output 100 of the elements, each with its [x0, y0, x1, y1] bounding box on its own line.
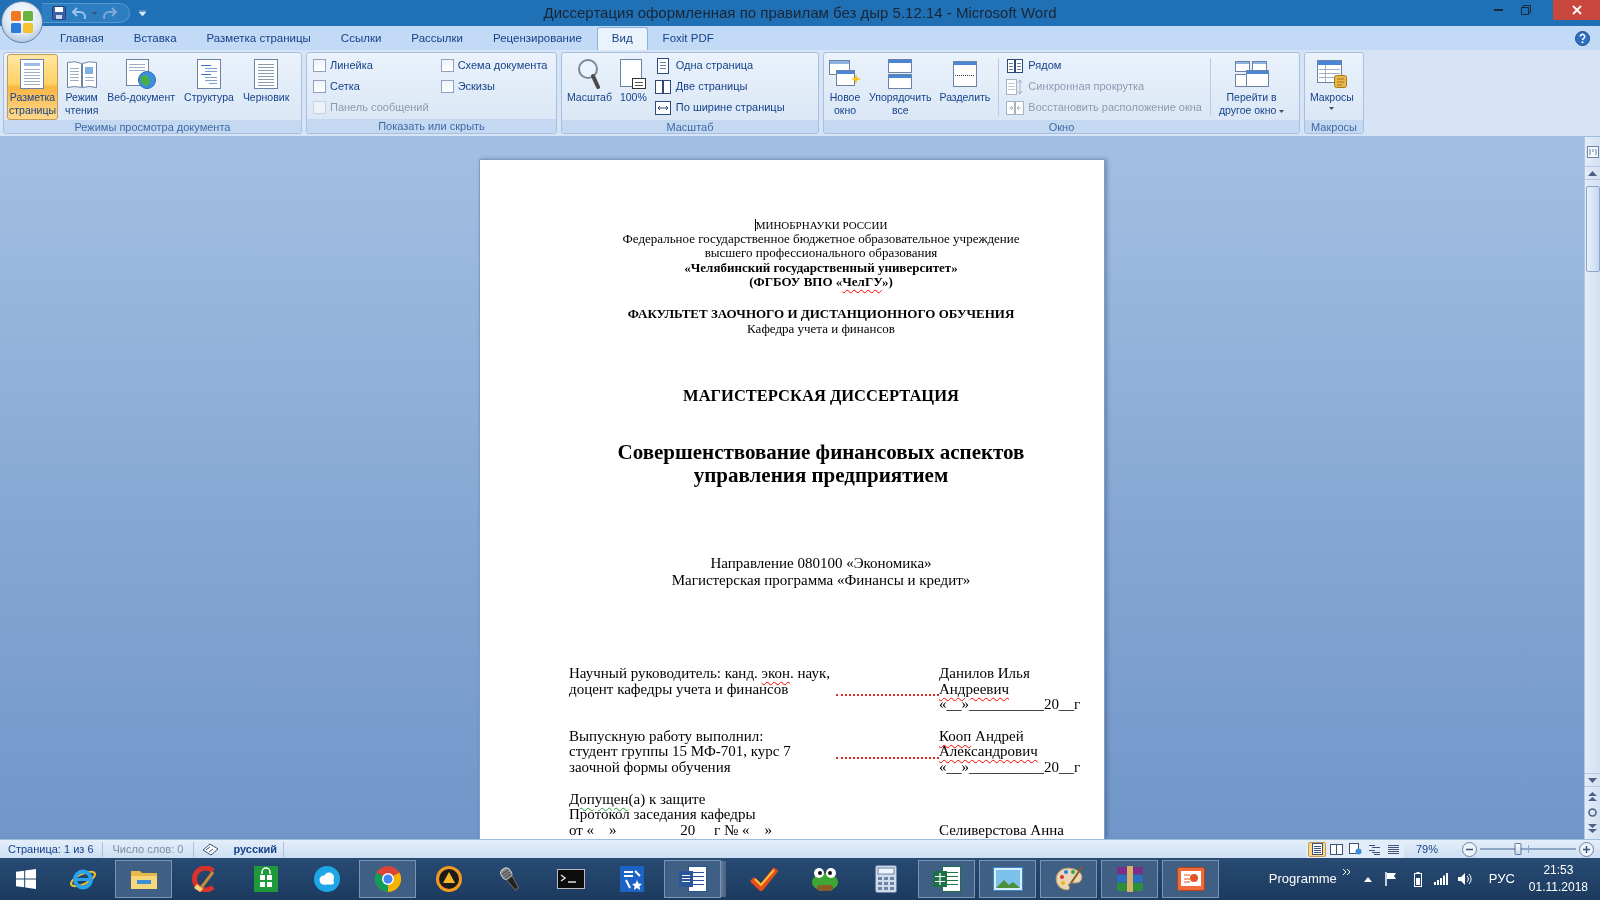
- checkbox-label[interactable]: Схема документа: [457, 57, 548, 74]
- ribbon-tab[interactable]: Вид: [596, 27, 648, 50]
- ribbon-button[interactable]: Макросы: [1308, 54, 1356, 120]
- flag-icon[interactable]: [1384, 872, 1397, 886]
- caret-down-icon: [1279, 109, 1285, 113]
- zoom-in-icon[interactable]: [1579, 841, 1594, 857]
- taskbar-button[interactable]: [918, 860, 975, 898]
- proofing-book-icon[interactable]: [202, 842, 220, 856]
- save-icon[interactable]: [52, 6, 66, 20]
- close-button[interactable]: [1553, 0, 1600, 20]
- windows-sparkle-icon: [829, 60, 861, 88]
- four-panes-logo-icon: [16, 869, 36, 889]
- checkbox-label[interactable]: Эскизы: [457, 78, 495, 95]
- ribbon-button[interactable]: Новое окно: [827, 54, 863, 120]
- ribbon-small-button[interactable]: Одна страница: [652, 55, 787, 76]
- caret-down-icon: [92, 11, 97, 15]
- terminal-icon: [556, 869, 585, 889]
- checkbox[interactable]: [313, 59, 326, 72]
- ribbon-button[interactable]: Разметка страницы: [7, 54, 58, 120]
- arrow-up-icon[interactable]: [1588, 170, 1597, 176]
- scroll-thumb[interactable]: [1585, 186, 1600, 272]
- zoom-out-icon[interactable]: [1462, 841, 1477, 857]
- customize-caret-icon[interactable]: [139, 10, 146, 16]
- signatory-text: «__»__________20__г: [939, 696, 1081, 713]
- group-label: Режимы просмотра документа: [4, 120, 301, 133]
- spreadsheet-icon: [932, 866, 961, 892]
- ribbon-tab[interactable]: Вставка: [118, 27, 192, 50]
- signatory-text: Данилов Илья: [939, 665, 1030, 681]
- lined-page-icon: [254, 59, 279, 89]
- document-icon: [678, 866, 707, 892]
- taskbar-button[interactable]: [1162, 860, 1219, 898]
- zoom-level-button[interactable]: 79%: [1416, 840, 1448, 858]
- checkbox[interactable]: [440, 80, 454, 93]
- ribbon-button[interactable]: Режим чтения: [62, 54, 101, 120]
- zoom-slider-track[interactable]: [1480, 842, 1576, 856]
- signal-bars-icon[interactable]: [1433, 873, 1448, 885]
- signature-block-text: доцент кафедры учета и финансов: [569, 680, 789, 697]
- page-with-globe-icon: [126, 59, 157, 89]
- institution-name: Федеральное государственное бюджетное образовательное учреждение: [622, 232, 1020, 246]
- signature-block-text: Допущен(а) к защите: [569, 790, 706, 807]
- browse-circle-icon[interactable]: [1588, 808, 1597, 817]
- magnifier-icon: [578, 59, 601, 89]
- speaker-icon[interactable]: [1457, 872, 1472, 886]
- ribbon-button[interactable]: Структура: [182, 54, 236, 120]
- page-count[interactable]: Страница: 1 из 6: [0, 840, 102, 858]
- ribbon-tab[interactable]: Foxit PDF: [647, 27, 729, 50]
- faculty-name: ФАКУЛЬТЕТ ЗАОЧНОГО И ДИСТАНЦИОННОГО ОБУЧЕНИЯ: [627, 307, 1015, 321]
- ribbon-tab[interactable]: Ссылки: [325, 27, 397, 50]
- double-arrow-down-icon[interactable]: [1588, 824, 1597, 833]
- double-chevron-icon[interactable]: [1342, 869, 1350, 875]
- ribbon-tab[interactable]: Главная: [45, 27, 119, 50]
- group-label: Показать или скрыть: [307, 119, 556, 133]
- tricolor-ring-icon: [374, 866, 401, 892]
- vertical-scrollbar[interactable]: [1584, 137, 1600, 839]
- book-view-icon: [1329, 843, 1343, 855]
- battery-icon[interactable]: [1413, 871, 1422, 887]
- signature-block-text: Научный руководитель: канд. экон. наук,: [569, 665, 830, 681]
- checkbox-label[interactable]: Линейка: [330, 57, 373, 74]
- ruler-toggle-icon[interactable]: [1586, 146, 1599, 158]
- checkbox[interactable]: [440, 59, 454, 72]
- arrow-down-icon[interactable]: [1588, 777, 1597, 783]
- view-button[interactable]: [1308, 841, 1326, 857]
- signatory-text: Александрович: [939, 743, 1038, 760]
- taskbar-button[interactable]: [979, 860, 1036, 898]
- help-icon[interactable]: [1575, 31, 1590, 46]
- stacked-panes-icon: [888, 59, 913, 89]
- ribbon-button[interactable]: Упорядочить все: [867, 54, 934, 120]
- ribbon-tab[interactable]: Рассылки: [396, 27, 478, 50]
- signature-block-text: Выпускную работу выполнил:: [569, 727, 764, 744]
- language-button[interactable]: русский: [227, 840, 284, 858]
- checkbox[interactable]: [313, 80, 326, 93]
- ribbon-button[interactable]: Перейти в другое окно: [1216, 54, 1287, 120]
- zoom-slider-thumb[interactable]: [1514, 843, 1522, 855]
- ribbon-button[interactable]: Черновик: [240, 54, 292, 120]
- ribbon-tab[interactable]: Рецензирование: [478, 27, 597, 50]
- four-squares-logo-icon: [10, 10, 34, 34]
- signature-block-text: от « » 20 г № « »: [569, 821, 773, 838]
- taskbar-button[interactable]: [115, 860, 172, 898]
- group-label: Масштаб: [562, 120, 818, 133]
- ribbon-tab[interactable]: Разметка страницы: [191, 27, 326, 50]
- ribbon-button[interactable]: Веб-документ: [105, 54, 178, 120]
- signature-block-text: заочной формы обучения: [569, 759, 731, 776]
- input-language-button[interactable]: РУС: [1488, 869, 1515, 889]
- view-button[interactable]: [1346, 841, 1364, 857]
- ribbon-small-button[interactable]: Две страницы: [652, 76, 787, 97]
- double-arrow-up-icon[interactable]: [1588, 792, 1597, 801]
- view-button[interactable]: [1327, 841, 1345, 857]
- ribbon-small-button[interactable]: Рядом: [1005, 55, 1204, 76]
- ribbon-small-button[interactable]: По ширине страницы: [652, 97, 787, 118]
- macro-sheet-icon: [1316, 60, 1347, 88]
- ribbon-button[interactable]: Разделить: [937, 54, 993, 120]
- caret-up-icon[interactable]: [1363, 876, 1372, 882]
- signatory-text: «__»__________20__г: [939, 759, 1081, 776]
- ribbon-button[interactable]: 100%: [617, 54, 649, 120]
- stacked-books-icon: [1115, 866, 1144, 892]
- checkbox-label[interactable]: Сетка: [330, 78, 360, 95]
- page-view-icon: [1311, 843, 1323, 855]
- office-button[interactable]: [1, 1, 43, 43]
- ribbon-button[interactable]: Масштаб: [565, 54, 614, 120]
- clock-button[interactable]: 21:53 01.11.2018: [1528, 862, 1588, 896]
